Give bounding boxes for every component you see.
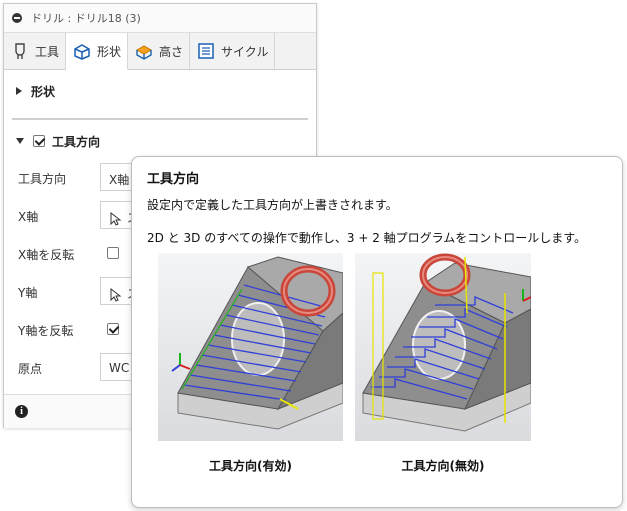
tooltip-image-enabled [158,253,343,441]
collapse-triangle-icon[interactable] [16,138,24,144]
section-shape-label: 形状 [31,84,56,99]
toolpath-disabled-illustration [355,253,531,441]
tab-height[interactable]: 高さ [128,33,191,69]
tab-cycle-label: サイクル [221,44,269,59]
x-axis-label: X軸 [18,210,39,224]
tab-tool-label: 工具 [35,44,60,59]
section-divider [12,118,308,120]
tooltip-image-disabled [355,253,531,441]
tab-shape[interactable]: 形状 [66,33,129,70]
section-tool-orientation-label: 工具方向 [52,134,101,149]
flip-y-axis-checkbox[interactable] [107,323,119,335]
tab-height-label: 高さ [159,44,184,59]
tooltip-tool-orientation: 工具方向 設定内で定義した工具方向が上書きされます。 2D と 3D のすべての… [131,156,623,508]
expand-triangle-icon[interactable] [16,87,22,95]
tooltip-description-1: 設定内で定義した工具方向が上書きされます。 [147,198,398,212]
shape-icon [74,44,90,60]
tool-orientation-label: 工具方向 [18,172,67,186]
collapse-dialog-icon[interactable] [12,13,22,23]
flip-y-axis-label: Y軸を反転 [18,324,74,338]
info-icon[interactable]: i [15,405,28,418]
flip-x-axis-label: X軸を反転 [18,248,75,262]
y-axis-label: Y軸 [18,286,38,300]
flip-x-axis-checkbox[interactable] [107,247,119,259]
section-shape-header[interactable]: 形状 [4,76,316,106]
dialog-title: ドリル : ドリル18 (3) [31,12,141,25]
tooltip-title: 工具方向 [147,172,200,187]
cycle-icon [198,43,214,59]
tooltip-description-2: 2D と 3D のすべての操作で動作し、3 + 2 軸プログラムをコントロールし… [147,231,587,245]
tool-icon [15,43,25,59]
cursor-select-icon [110,211,122,226]
tab-bar: 工具 形状 高さ サイクル [4,33,316,70]
tool-orientation-value: X軸 [109,173,130,187]
tab-tool[interactable]: 工具 [4,33,67,69]
cursor-select-icon [110,287,122,302]
height-icon [136,45,153,60]
tab-shape-label: 形状 [97,44,122,59]
caption-enabled: 工具方向(有効) [209,459,292,473]
tab-cycle[interactable]: サイクル [190,33,276,69]
caption-disabled: 工具方向(無効) [401,459,485,473]
toolpath-enabled-illustration [158,253,343,441]
origin-value: WC [109,361,130,375]
section-tool-orientation-header[interactable]: 工具方向 [4,126,316,156]
tool-orientation-checkbox[interactable] [33,135,45,147]
dialog-titlebar[interactable]: ドリル : ドリル18 (3) [4,4,316,33]
origin-label: 原点 [18,362,43,376]
